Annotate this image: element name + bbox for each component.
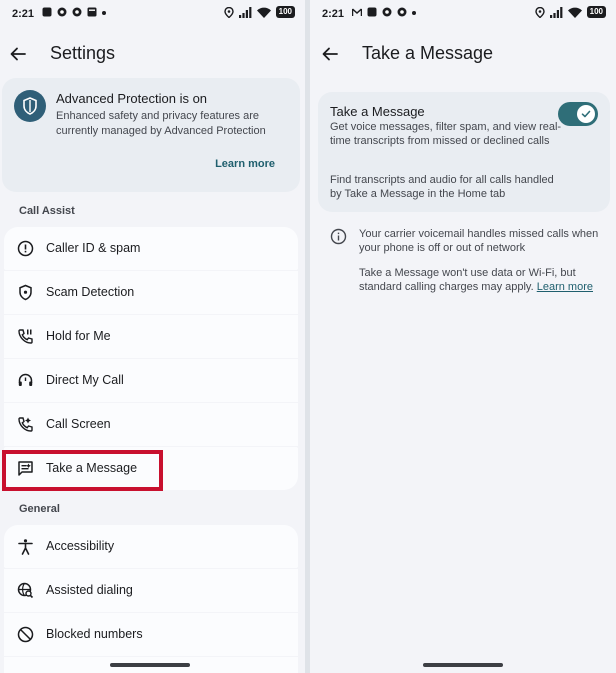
wifi-icon (567, 7, 582, 18)
list-item-blocked-numbers[interactable]: Blocked numbers (4, 613, 298, 656)
shield-badge (14, 90, 46, 122)
setting-title: Take a Message (330, 104, 425, 119)
list-item-call-screen[interactable]: Call Screen (4, 403, 298, 446)
status-time: 2:21 (322, 8, 345, 20)
setting-description-secondary: Find transcripts and audio for all calls… (330, 174, 554, 200)
phone-screen-icon (18, 417, 33, 432)
shield-icon (23, 97, 37, 115)
headset-icon (18, 373, 33, 386)
news-icon (87, 7, 97, 17)
battery-indicator: 100 (275, 6, 295, 18)
advanced-protection-title: Advanced Protection is on (56, 91, 208, 106)
take-a-message-toggle[interactable] (558, 102, 598, 126)
globe-search-icon (17, 582, 34, 599)
shield-icon (19, 284, 32, 301)
block-icon (17, 626, 34, 643)
info-text-voicemail: Your carrier voicemail handles missed ca… (359, 228, 599, 254)
notification-icons (42, 7, 106, 17)
settings-screen: 2:21 100 Settings Advanced Protection is… (0, 0, 305, 673)
status-bar: 2:21 100 (0, 0, 305, 28)
signal-icon (549, 6, 563, 18)
chrome-icon (72, 7, 82, 17)
signal-icon (238, 6, 252, 18)
list-item-label: Hold for Me (46, 329, 111, 343)
system-icons: 100 (223, 6, 295, 18)
list-item-direct-my-call[interactable]: Direct My Call (4, 359, 298, 402)
list-item-scam-detection[interactable]: Scam Detection (4, 271, 298, 314)
section-header-call-assist: Call Assist (19, 205, 75, 217)
list-item-label: Caller ID & spam (46, 241, 141, 255)
list-item-label: Blocked numbers (46, 627, 143, 641)
status-bar: 2:21 100 (310, 0, 616, 28)
app-bar: Take a Message (310, 36, 616, 72)
system-icons: 100 (534, 6, 606, 18)
list-item-caller-id[interactable]: Caller ID & spam (4, 227, 298, 270)
location-icon (534, 6, 545, 18)
gesture-nav-handle[interactable] (423, 663, 503, 667)
highlight-box (2, 450, 163, 491)
learn-more-link[interactable]: Learn more (537, 281, 593, 293)
page-title: Take a Message (362, 43, 494, 63)
list-item-label: Call Screen (46, 417, 111, 431)
list-item-label: Assisted dialing (46, 583, 133, 597)
list-item-label: Accessibility (46, 539, 115, 553)
setting-description: Get voice messages, filter spam, and vie… (330, 121, 562, 147)
list-item-assisted-dialing[interactable]: Assisted dialing (4, 569, 298, 612)
list-item-label: Scam Detection (46, 285, 135, 299)
back-arrow-icon[interactable] (8, 44, 28, 64)
advanced-protection-description: Enhanced safety and privacy features are… (56, 110, 266, 137)
section-header-general: General (19, 503, 60, 515)
take-a-message-setting-card[interactable]: Take a Message Get voice messages, filte… (318, 92, 610, 212)
photos-icon (367, 7, 377, 17)
gmail-icon (352, 8, 362, 16)
page-title: Settings (50, 43, 116, 63)
more-notifications-dot (102, 11, 106, 15)
alert-circle-icon (17, 240, 34, 257)
info-text-charges: Take a Message won't use data or Wi-Fi, … (359, 267, 599, 294)
general-list: Accessibility Assisted dialing Blocked n… (4, 525, 298, 673)
photos-icon (42, 7, 52, 17)
back-arrow-icon[interactable] (320, 44, 340, 64)
advanced-protection-card: Advanced Protection is on Enhanced safet… (2, 78, 300, 192)
chrome-icon (397, 7, 407, 17)
status-time: 2:21 (12, 8, 35, 20)
chrome-icon (57, 7, 67, 17)
gesture-nav-handle[interactable] (110, 663, 190, 667)
wifi-icon (256, 7, 271, 18)
more-notifications-dot (412, 11, 416, 15)
take-a-message-screen: 2:21 100 Take a Message Take a Message G… (310, 0, 616, 673)
notification-icons (352, 7, 416, 17)
location-icon (223, 6, 234, 18)
list-item-hold-for-me[interactable]: Hold for Me (4, 315, 298, 358)
info-icon (330, 228, 347, 245)
battery-indicator: 100 (586, 6, 606, 18)
chrome-icon (382, 7, 392, 17)
list-item-label: Direct My Call (46, 373, 124, 387)
accessibility-icon (18, 539, 33, 555)
learn-more-button[interactable]: Learn more (215, 158, 275, 170)
phone-hold-icon (18, 329, 33, 344)
check-icon (581, 110, 591, 118)
list-item-accessibility[interactable]: Accessibility (4, 525, 298, 568)
app-bar: Settings (0, 36, 305, 72)
